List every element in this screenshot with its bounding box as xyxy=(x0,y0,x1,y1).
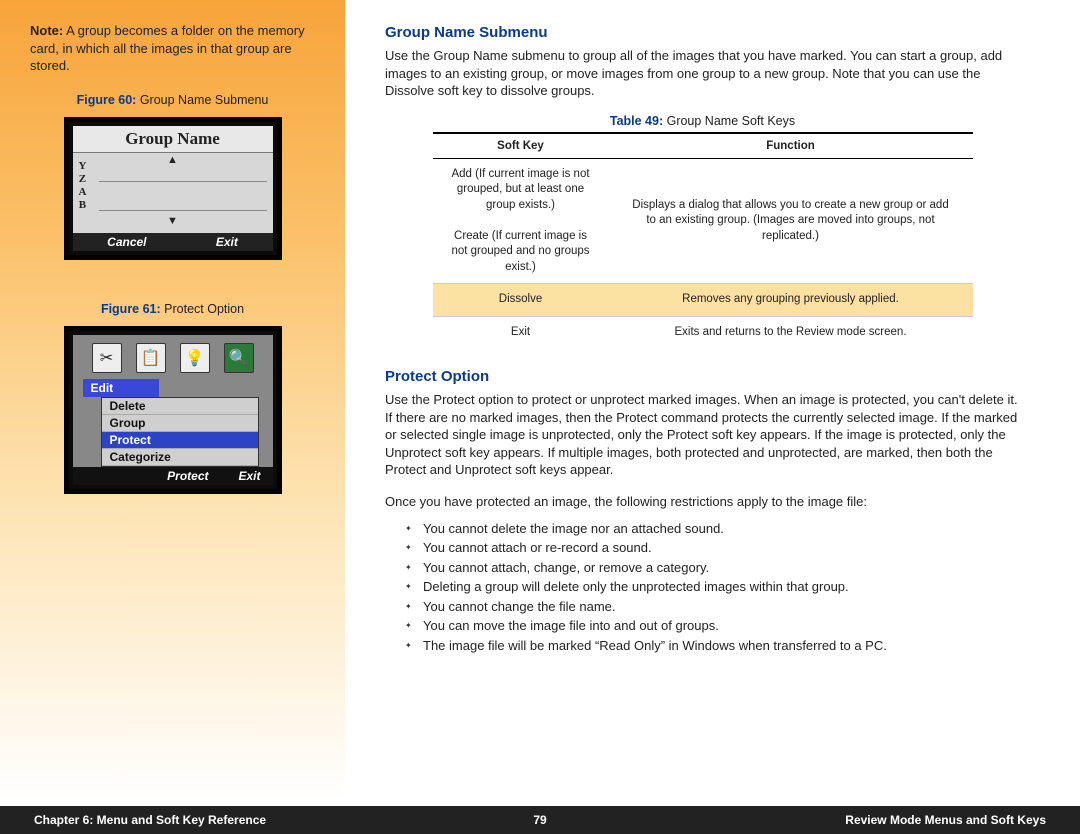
cell-fn-add-create: Displays a dialog that allows you to cre… xyxy=(609,158,973,284)
sidebar-note: Note: A group becomes a folder on the me… xyxy=(30,22,315,75)
down-arrow-icon: ▼ xyxy=(167,215,178,227)
cell-softkey-add-create: Add (If current image is not grouped, bu… xyxy=(433,158,609,284)
note-label: Note: xyxy=(30,23,63,38)
cell-fn-exit: Exits and returns to the Review mode scr… xyxy=(609,316,973,348)
cell-fn-dissolve: Removes any grouping previously applied. xyxy=(609,284,973,317)
up-arrow-icon: ▲ xyxy=(167,154,178,166)
th-soft-key: Soft Key xyxy=(433,133,609,159)
table-row: Add (If current image is not grouped, bu… xyxy=(433,158,973,284)
figure-60-label: Figure 60: xyxy=(77,93,137,107)
list-item: You cannot attach or re-record a sound. xyxy=(409,538,1020,558)
table-row: Exit Exits and returns to the Review mod… xyxy=(433,316,973,348)
menu-item-delete: Delete xyxy=(102,398,258,415)
list-item: Deleting a group will delete only the un… xyxy=(409,577,1020,597)
list-item: You cannot change the file name. xyxy=(409,597,1020,617)
clipboard-icon: 📋 xyxy=(136,343,166,373)
th-function: Function xyxy=(609,133,973,159)
footer-chapter: Chapter 6: Menu and Soft Key Reference xyxy=(34,813,266,827)
cell-softkey-exit: Exit xyxy=(433,316,609,348)
list-item: You can move the image file into and out… xyxy=(409,616,1020,636)
menu-item-categorize: Categorize xyxy=(102,449,258,466)
paragraph-protect-1: Use the Protect option to protect or unp… xyxy=(385,391,1020,479)
paragraph-protect-2: Once you have protected an image, the fo… xyxy=(385,493,1020,511)
footer-page-number: 79 xyxy=(533,813,546,827)
menu-item-group: Group xyxy=(102,415,258,432)
heading-protect-option: Protect Option xyxy=(385,368,1020,385)
table-49-text: Group Name Soft Keys xyxy=(663,114,795,128)
lcd1-soft-cancel: Cancel xyxy=(107,235,146,249)
lcd1-soft-exit: Exit xyxy=(216,235,238,249)
bulb-icon: 💡 xyxy=(180,343,210,373)
scissors-icon: ✂ xyxy=(92,343,122,373)
lcd2-soft-protect: Protect xyxy=(167,469,208,483)
magnifier-icon: 🔍 xyxy=(224,343,254,373)
figure-60-caption: Figure 60: Group Name Submenu xyxy=(30,93,315,107)
note-text: A group becomes a folder on the memory c… xyxy=(30,23,305,73)
lcd1-letters: Y Z A B xyxy=(79,160,87,212)
figure-61-label: Figure 61: xyxy=(101,302,161,316)
cell-softkey-dissolve: Dissolve xyxy=(433,284,609,317)
figure-61-caption: Figure 61: Protect Option xyxy=(30,302,315,316)
figure-60-text: Group Name Submenu xyxy=(136,93,268,107)
figure-61-image: ✂ 📋 💡 🔍 Edit Delete Group Protect Catego… xyxy=(64,326,282,494)
table-row: Dissolve Removes any grouping previously… xyxy=(433,284,973,317)
lcd2-soft-exit: Exit xyxy=(238,469,260,483)
menu-item-protect: Protect xyxy=(102,432,258,449)
page-footer: Chapter 6: Menu and Soft Key Reference 7… xyxy=(0,806,1080,834)
heading-group-name-submenu: Group Name Submenu xyxy=(385,24,1020,41)
lcd2-menu: Delete Group Protect Categorize xyxy=(101,397,259,467)
table-49-label: Table 49: xyxy=(610,114,663,128)
lcd1-title: Group Name xyxy=(73,126,273,153)
footer-section: Review Mode Menus and Soft Keys xyxy=(845,813,1046,827)
paragraph-group-name: Use the Group Name submenu to group all … xyxy=(385,47,1020,100)
list-item: You cannot delete the image nor an attac… xyxy=(409,519,1020,539)
restrictions-list: You cannot delete the image nor an attac… xyxy=(385,519,1020,656)
list-item: You cannot attach, change, or remove a c… xyxy=(409,558,1020,578)
lcd2-tab: Edit xyxy=(83,379,159,397)
table-49-caption: Table 49: Group Name Soft Keys xyxy=(385,114,1020,128)
list-item: The image file will be marked “Read Only… xyxy=(409,636,1020,656)
figure-61-text: Protect Option xyxy=(161,302,244,316)
figure-60-image: Group Name ▲ Y Z A B ▼ Cancel Exit xyxy=(64,117,282,260)
table-group-name-soft-keys: Soft Key Function Add (If current image … xyxy=(433,132,973,349)
